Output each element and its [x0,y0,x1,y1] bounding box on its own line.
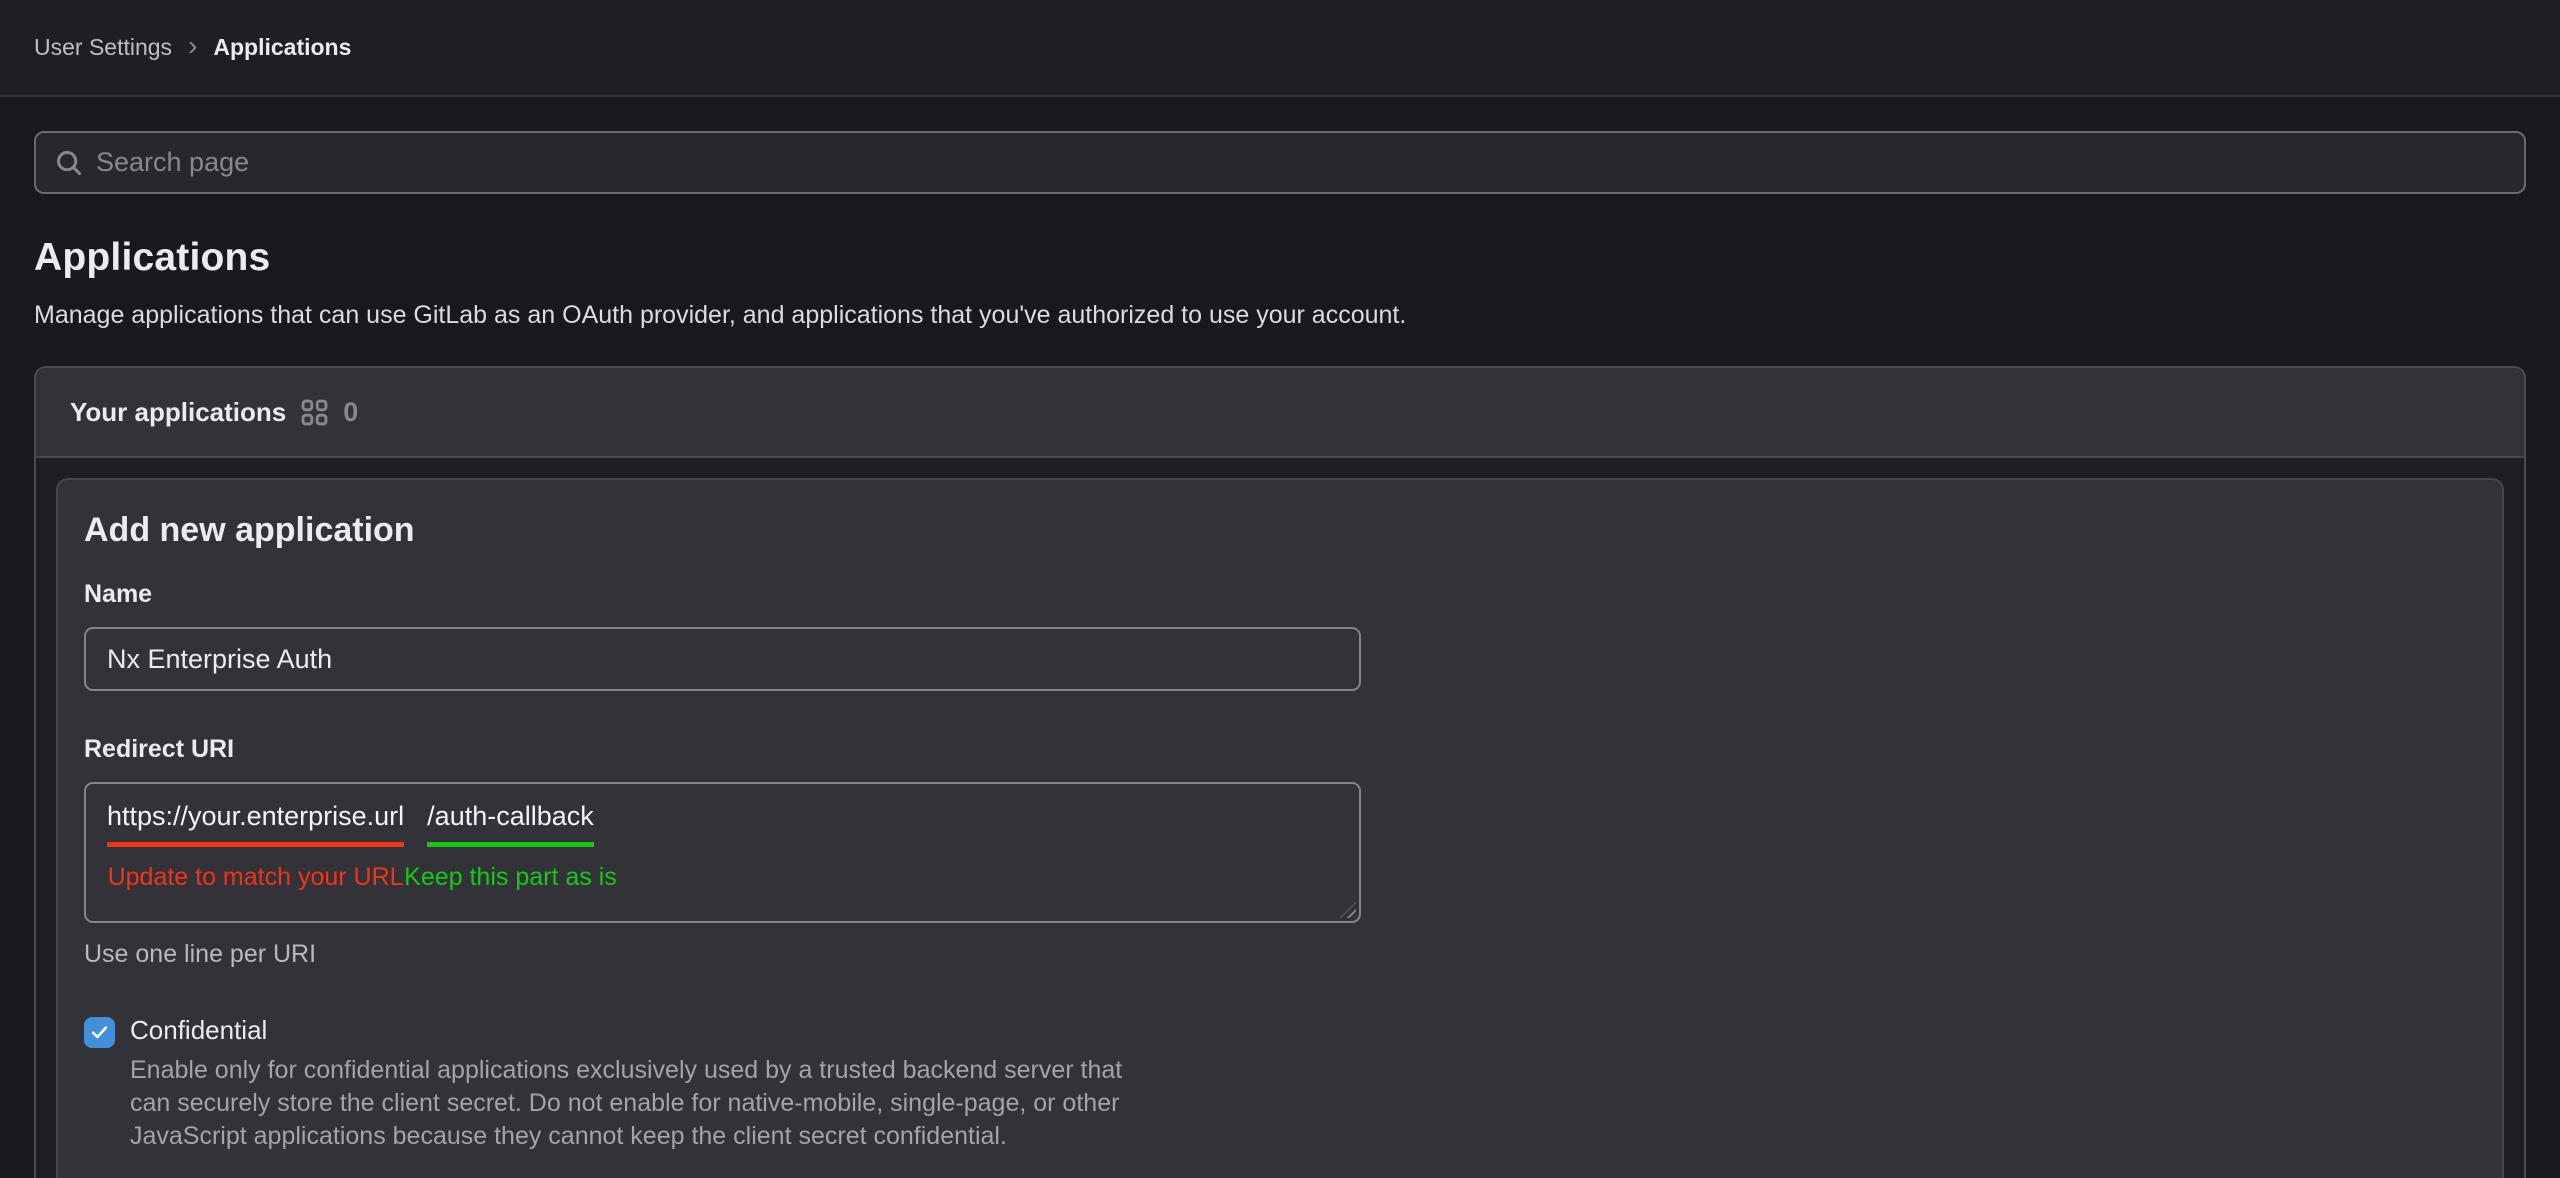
add-application-card: Add new application Name Redirect URI ht… [56,478,2504,1178]
name-input[interactable] [84,627,1361,691]
checkmark-icon [89,1022,110,1043]
applications-grid-icon [301,399,328,426]
confidential-text-block: Confidential Enable only for confidentia… [130,1015,1122,1153]
name-label: Name [84,580,2476,609]
redirect-uri-textarea[interactable]: https://your.enterprise.url Update to ma… [84,782,1361,923]
search-bar[interactable] [34,131,2526,194]
search-input[interactable] [96,147,2506,178]
redirect-uri-path-text: /auth-callback [427,799,594,847]
page-title: Applications [34,236,2526,280]
panel-header: Your applications 0 [36,368,2524,458]
redirect-uri-host-text: https://your.enterprise.url [107,799,404,847]
card-title: Add new application [84,508,2476,552]
search-icon [54,148,84,178]
annotation-update-url: Update to match your URL [108,863,404,892]
annotation-keep-part: Keep this part as is [404,863,617,892]
redirect-uri-label: Redirect URI [84,735,2476,764]
page-description: Manage applications that can use GitLab … [34,301,2526,330]
redirect-uri-value: https://your.enterprise.url Update to ma… [107,799,1338,892]
redirect-uri-path-part: /auth-callback Keep this part as is [404,799,617,892]
textarea-resize-grip[interactable] [1340,902,1356,918]
applications-count: 0 [343,397,358,428]
panel-body: Add new application Name Redirect URI ht… [36,458,2524,1178]
main-content: Applications Manage applications that ca… [0,131,2560,1178]
confidential-checkbox[interactable] [84,1017,115,1048]
breadcrumb: User Settings › Applications [34,32,351,64]
breadcrumb-user-settings[interactable]: User Settings [34,34,172,61]
your-applications-panel: Your applications 0 Add new application … [34,366,2526,1178]
confidential-label[interactable]: Confidential [130,1015,1122,1046]
redirect-uri-host-part: https://your.enterprise.url Update to ma… [107,799,404,892]
redirect-uri-hint: Use one line per URI [84,940,2476,969]
chevron-right-icon: › [188,32,197,64]
confidential-row: Confidential Enable only for confidentia… [84,1015,2476,1153]
panel-title: Your applications [70,397,286,428]
topbar: User Settings › Applications [0,0,2560,97]
confidential-help: Enable only for confidential application… [130,1054,1122,1153]
breadcrumb-applications: Applications [213,34,351,61]
